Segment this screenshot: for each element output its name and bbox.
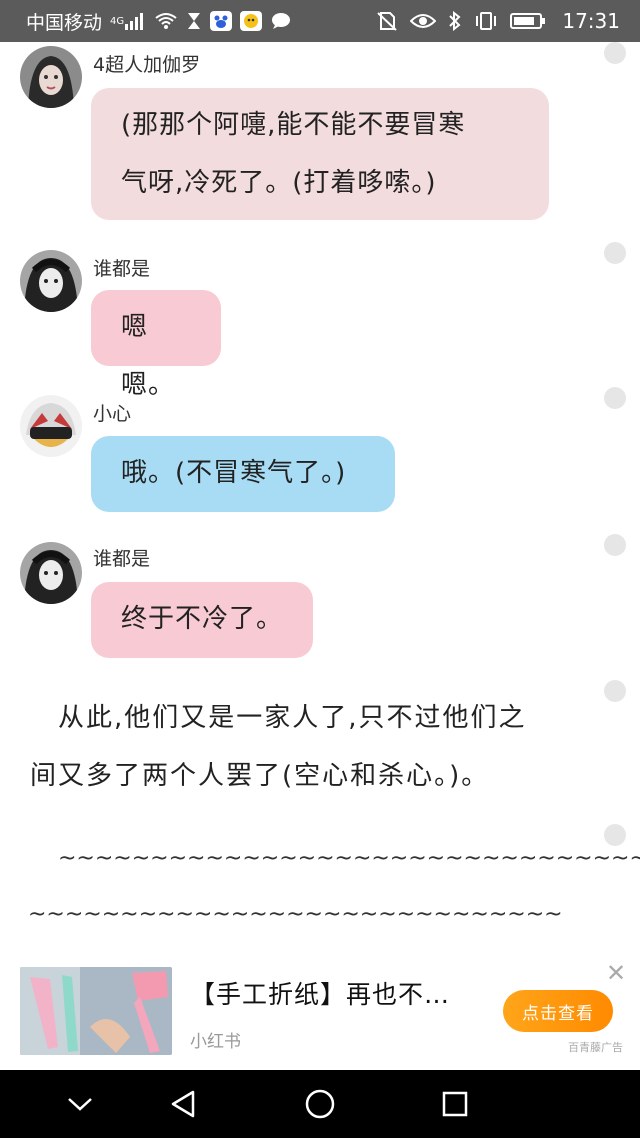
ad-title[interactable]: 【手工折纸】再也不… (190, 975, 450, 1011)
navigation-bar (0, 1070, 640, 1138)
more-dot-icon[interactable] (604, 534, 626, 556)
baidu-app-icon (210, 11, 233, 31)
chat-bubble-icon (270, 12, 292, 30)
network-type: 4G (110, 15, 125, 27)
carrier-label: 中国移动 (26, 11, 103, 34)
sender-name: 小心 (93, 403, 132, 425)
sender-name: 4超人加伽罗 (93, 54, 201, 76)
no-sim-icon (376, 11, 398, 31)
bluetooth-icon (448, 11, 462, 31)
narration-line: 间又多了两个人罢了(空心和杀心。)。 (30, 761, 490, 791)
message-bubble[interactable]: 哦。(不冒寒气了。) (91, 436, 395, 512)
collapse-icon[interactable] (50, 1070, 110, 1138)
signal-icon: 4G (110, 12, 146, 30)
sender-name: 谁都是 (93, 258, 151, 280)
eye-icon (410, 12, 437, 30)
sender-name: 谁都是 (93, 548, 151, 570)
close-icon[interactable]: ✕ (606, 961, 626, 985)
more-dot-icon[interactable] (604, 242, 626, 264)
separator-line: ~~~~~~~~~~~~~~~~~~~~~~~~~~~~~~~~ (58, 846, 640, 871)
ad-thumbnail[interactable] (20, 967, 172, 1055)
more-dot-icon[interactable] (604, 824, 626, 846)
message-text-line: 气呀,冷死了。(打着哆嗦。) (121, 168, 437, 198)
avatar[interactable] (20, 395, 82, 457)
vibrate-icon (474, 11, 498, 31)
message-text-line: 哦。(不冒寒气了。) (121, 458, 347, 488)
message-text-line: 嗯嗯。 (121, 312, 176, 400)
app-icon (240, 11, 263, 31)
back-icon[interactable] (153, 1070, 213, 1138)
more-dot-icon[interactable] (604, 42, 626, 64)
more-dot-icon[interactable] (604, 680, 626, 702)
avatar[interactable] (20, 250, 82, 312)
message-text-line: (那那个阿嚏,能不能不要冒寒 (121, 110, 466, 140)
avatar[interactable] (20, 46, 82, 108)
ad-source: 小红书 (190, 1032, 241, 1052)
wifi-icon (154, 12, 178, 30)
home-icon[interactable] (290, 1070, 350, 1138)
message-bubble[interactable]: (那那个阿嚏,能不能不要冒寒 气呀,冷死了。(打着哆嗦。) (91, 88, 549, 220)
separator-line: ~~~~~~~~~~~~~~~~~~~~~~~~~~~~~ (28, 902, 563, 927)
hourglass-icon (186, 12, 202, 30)
narration-paragraph: 从此,他们又是一家人了,只不过他们之 间又多了两个人罢了(空心和杀心。)。 (30, 689, 590, 805)
status-bar: 中国移动 4G 17:31 (0, 0, 640, 42)
message-bubble[interactable]: 终于不冷了。 (91, 582, 313, 658)
narration-line: 从此,他们又是一家人了,只不过他们之 (58, 703, 527, 733)
chat-feed[interactable]: 4超人加伽罗 (那那个阿嚏,能不能不要冒寒 气呀,冷死了。(打着哆嗦。) 谁都是… (0, 42, 640, 1070)
ad-view-button[interactable]: 点击查看 (503, 990, 613, 1032)
more-dot-icon[interactable] (604, 387, 626, 409)
battery-icon (510, 11, 546, 31)
clock: 17:31 (562, 9, 620, 33)
avatar[interactable] (20, 542, 82, 604)
ad-banner[interactable]: 【手工折纸】再也不… 小红书 点击查看 ✕ 百青藤广告 (0, 955, 640, 1070)
message-text-line: 终于不冷了。 (121, 604, 284, 634)
message-bubble[interactable]: 嗯嗯。 (91, 290, 221, 400)
ad-label: 百青藤广告 (568, 1041, 623, 1054)
recents-icon[interactable] (425, 1070, 485, 1138)
